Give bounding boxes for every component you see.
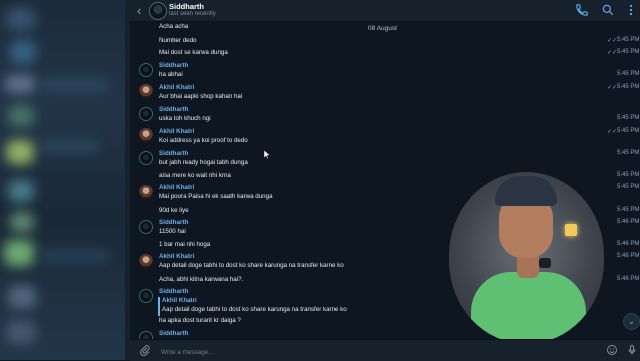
background-light	[565, 224, 577, 236]
message-time: 5:46 PM	[617, 241, 640, 247]
date-separator: 08 August	[368, 25, 397, 32]
message-time: 5:45 PM	[617, 37, 640, 43]
reply-quote-bar	[158, 297, 160, 316]
sender-name[interactable]: Siddharth	[159, 288, 188, 295]
mouse-cursor-icon	[264, 150, 271, 159]
more-icon[interactable]	[624, 3, 638, 17]
sender-name[interactable]: Siddharth	[159, 150, 188, 157]
clip-microphone	[539, 258, 551, 268]
read-ticks: ✓✓	[607, 129, 618, 135]
avatar[interactable]	[139, 107, 153, 121]
sender-name[interactable]: Akhil Khatri	[159, 84, 194, 91]
message-time: 5:45 PM	[617, 184, 640, 190]
avatar[interactable]	[149, 2, 167, 20]
message-text: Number dedo	[159, 37, 197, 44]
message-time: 5:46 PM	[617, 219, 640, 225]
microphone-icon[interactable]	[626, 344, 638, 356]
message-text: but jabh ready hogai tabh dunga	[159, 159, 248, 166]
chat-header: ‹ Siddharth last seen recently	[130, 0, 640, 22]
avatar[interactable]	[139, 151, 153, 165]
message-time: 5:45 PM	[617, 84, 640, 90]
search-icon[interactable]	[601, 3, 615, 17]
sender-name[interactable]: Akhil Khatri	[159, 184, 194, 191]
message-text: Mai dost se karwa dunga	[159, 49, 228, 56]
chat-status: last seen recently	[169, 11, 216, 17]
webcam-overlay	[449, 172, 604, 344]
chat-title[interactable]: Siddharth	[169, 2, 204, 11]
message-text: Aap detail doge tabhi to dost ko share k…	[159, 262, 344, 269]
sender-name[interactable]: Akhil Khatri	[159, 253, 194, 260]
message-text: uska toh khuch ngi	[159, 115, 211, 122]
message-text: ha apka dost turant kr daiga ?	[159, 317, 241, 324]
message-time: 5:45 PM	[617, 207, 640, 213]
message-text: Acha, abhi kitna karwana hai?.	[159, 276, 244, 283]
sender-name[interactable]: Akhil Khatri	[159, 128, 194, 135]
message-text: aisa mere ko wait nhi krna	[159, 172, 231, 179]
message-text: 90d ke liye	[159, 207, 189, 214]
message-text: ha abhai	[159, 71, 183, 78]
read-ticks: ✓✓	[607, 38, 618, 44]
message-time: 5:46 PM	[617, 276, 640, 282]
reply-quote-name[interactable]: Akhil Khatri	[162, 297, 197, 304]
message-text: Aur bhai aapki shop kahan hai	[159, 93, 243, 100]
reply-quote-text[interactable]: Aap detail doge tabhi to dost ko share k…	[162, 306, 347, 313]
message-input[interactable]	[159, 345, 603, 359]
sender-name[interactable]: Siddharth	[159, 106, 188, 113]
sender-name[interactable]: Siddharth	[159, 219, 188, 226]
avatar[interactable]	[139, 84, 153, 98]
read-ticks: ✓✓	[607, 85, 618, 91]
avatar[interactable]	[139, 63, 153, 77]
message-text: 11500 hai	[159, 228, 186, 235]
scroll-down-button[interactable]: ⌄	[623, 313, 640, 330]
message-time: 5:45 PM	[617, 71, 640, 77]
message-time: 5:45 PM	[617, 150, 640, 156]
avatar[interactable]	[139, 220, 153, 234]
message-text: Acha acha	[159, 23, 189, 30]
sender-name[interactable]: Siddharth	[159, 330, 188, 337]
phone-icon[interactable]	[575, 3, 589, 17]
message-time: 5:45 PM	[617, 128, 640, 134]
attach-icon[interactable]	[139, 344, 151, 356]
message-time: 5:45 PM	[617, 115, 640, 121]
avatar[interactable]	[139, 289, 153, 303]
message-text: Koi address ya koi proof to dedo	[159, 137, 248, 144]
message-time: 5:45 PM	[617, 49, 640, 55]
sender-name[interactable]: Siddharth	[159, 62, 188, 69]
avatar[interactable]	[139, 185, 153, 199]
message-time: 5:45 PM	[617, 172, 640, 178]
chevron-down-icon: ⌄	[628, 317, 635, 326]
message-time: 5:46 PM	[617, 253, 640, 259]
back-arrow-icon[interactable]: ‹	[137, 3, 141, 18]
person-beanie	[495, 176, 557, 206]
read-ticks: ✓✓	[607, 50, 618, 56]
message-input-bar	[130, 339, 640, 361]
avatar[interactable]	[139, 128, 153, 142]
blurred-chat-list	[0, 0, 125, 360]
avatar[interactable]	[139, 254, 153, 268]
divider	[125, 0, 130, 360]
person-shirt	[471, 272, 586, 344]
message-text: 1 bar mai nhi hoga	[159, 241, 211, 248]
emoji-icon[interactable]	[606, 344, 618, 356]
message-text: Mai poora Paisa hi ek saath karwa dunga	[159, 193, 273, 200]
